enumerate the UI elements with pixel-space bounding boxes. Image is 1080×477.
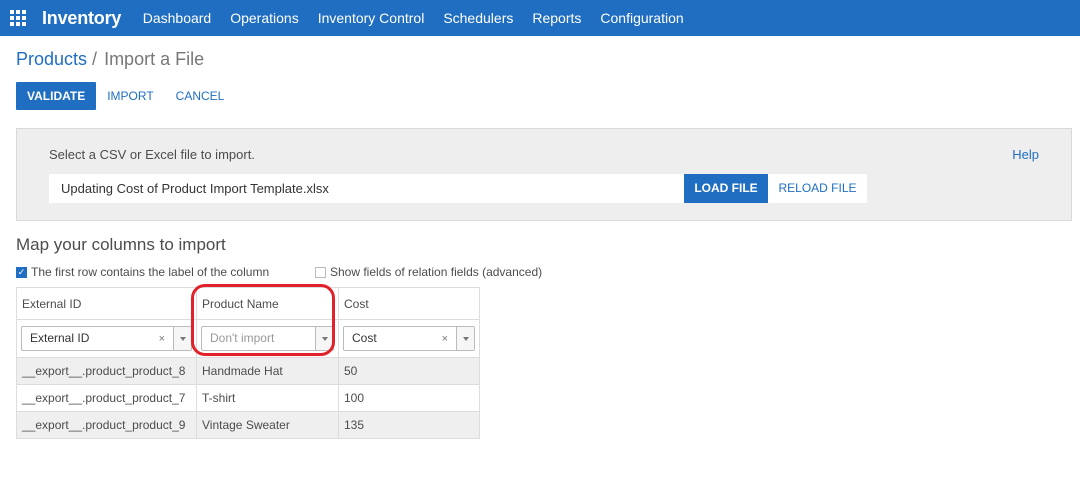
menu-dashboard[interactable]: Dashboard [133, 0, 221, 36]
main-menu: Dashboard Operations Inventory Control S… [133, 0, 693, 36]
table-header-row: External ID Product Name Cost [16, 287, 480, 320]
menu-configuration[interactable]: Configuration [591, 0, 693, 36]
app-brand[interactable]: Inventory [42, 8, 121, 29]
column-header-cost: Cost [338, 287, 480, 320]
clear-x-icon[interactable]: × [159, 328, 165, 351]
help-link[interactable]: Help [1012, 147, 1039, 162]
cost-select-value: Cost [352, 331, 377, 345]
menu-operations[interactable]: Operations [221, 0, 308, 36]
table-row: __export__.product_product_8 Handmade Ha… [16, 357, 480, 385]
external-id-select-value: External ID [30, 331, 90, 345]
external-id-select-cell: External ID × [16, 319, 197, 358]
first-row-label: The first row contains the label of the … [31, 265, 270, 279]
action-bar: VALIDATE IMPORT CANCEL [16, 82, 235, 110]
apps-grid-icon[interactable] [0, 0, 36, 36]
top-navbar: Inventory Dashboard Operations Inventory… [0, 0, 1080, 36]
column-mapping-table: External ID Product Name Cost External I… [16, 287, 480, 439]
row-external-id: __export__.product_product_9 [16, 411, 197, 439]
row-cost: 135 [338, 411, 480, 439]
external-id-field-select[interactable]: External ID × [21, 326, 192, 351]
load-file-button[interactable]: LOAD FILE [684, 174, 768, 203]
table-row: __export__.product_product_7 T-shirt 100 [16, 384, 480, 412]
product-name-select-placeholder: Don't import [210, 331, 275, 345]
dropdown-arrow-icon[interactable] [315, 327, 333, 350]
dropdown-arrow-icon[interactable] [456, 327, 474, 350]
show-relation-fields-label: Show fields of relation fields (advanced… [330, 265, 543, 279]
column-header-product-name: Product Name [196, 287, 339, 320]
row-cost: 100 [338, 384, 480, 412]
dropdown-arrow-icon[interactable] [173, 327, 191, 350]
product-name-field-select[interactable]: Don't import [201, 326, 334, 351]
import-button[interactable]: IMPORT [96, 82, 164, 110]
column-header-external-id: External ID [16, 287, 197, 320]
breadcrumb-current: Import a File [104, 49, 205, 69]
menu-schedulers[interactable]: Schedulers [434, 0, 523, 36]
field-select-row: External ID × Don't import Cost × [16, 319, 480, 358]
row-product-name: Handmade Hat [196, 357, 339, 385]
menu-reports[interactable]: Reports [523, 0, 591, 36]
cost-field-select[interactable]: Cost × [343, 326, 475, 351]
cancel-button[interactable]: CANCEL [165, 82, 236, 110]
relation-fields-option: Show fields of relation fields (advanced… [315, 265, 542, 279]
row-external-id: __export__.product_product_8 [16, 357, 197, 385]
show-relation-fields-checkbox[interactable] [315, 266, 326, 278]
file-name-field[interactable]: Updating Cost of Product Import Template… [49, 174, 684, 203]
table-row: __export__.product_product_9 Vintage Swe… [16, 411, 480, 439]
row-product-name: Vintage Sweater [196, 411, 339, 439]
first-row-option: ✓ The first row contains the label of th… [16, 265, 269, 279]
row-external-id: __export__.product_product_7 [16, 384, 197, 412]
menu-inventory-control[interactable]: Inventory Control [308, 0, 434, 36]
reload-file-button[interactable]: RELOAD FILE [768, 174, 867, 203]
file-prompt: Select a CSV or Excel file to import. [49, 147, 255, 162]
file-select-panel: Select a CSV or Excel file to import. He… [16, 128, 1072, 221]
cost-select-cell: Cost × [338, 319, 480, 358]
map-columns-title: Map your columns to import [16, 235, 226, 254]
row-product-name: T-shirt [196, 384, 339, 412]
clear-x-icon[interactable]: × [442, 328, 448, 351]
breadcrumb-products-link[interactable]: Products [16, 49, 87, 70]
validate-button[interactable]: VALIDATE [16, 82, 97, 110]
product-name-select-cell: Don't import [196, 319, 339, 358]
first-row-checkbox[interactable]: ✓ [16, 266, 27, 278]
breadcrumb-separator: / [92, 49, 98, 69]
row-cost: 50 [338, 357, 480, 385]
breadcrumb: Products / Import a File [16, 49, 204, 70]
